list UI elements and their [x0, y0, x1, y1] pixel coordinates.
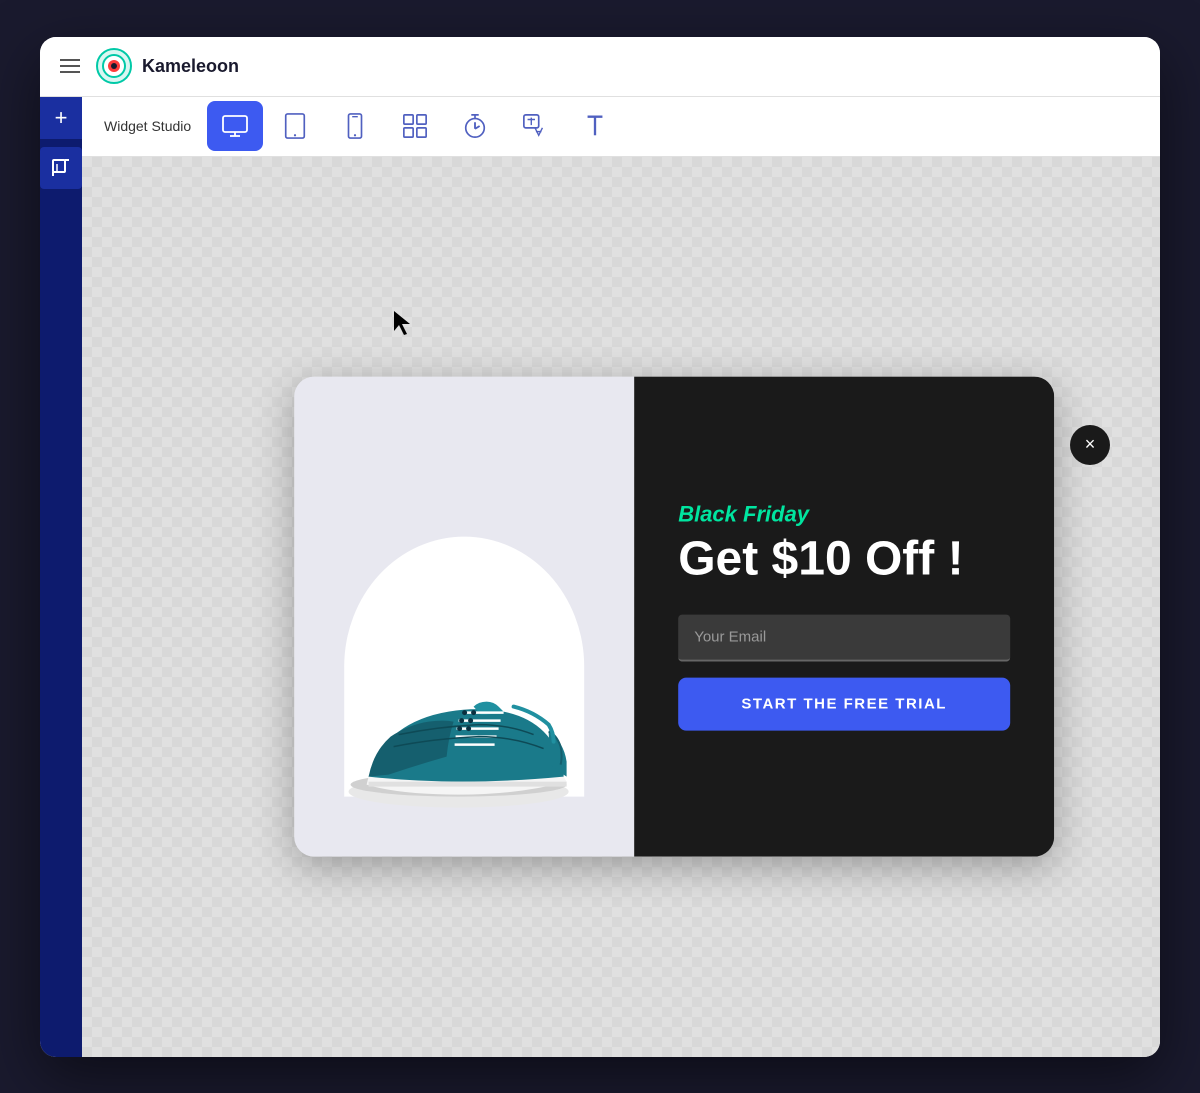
shoe-image: [319, 616, 599, 816]
tablet-icon: [282, 113, 308, 139]
add-button[interactable]: +: [40, 97, 82, 139]
logo-area: Kameleoon: [96, 48, 239, 84]
text-icon: [582, 113, 608, 139]
discount-headline: Get $10 Off !: [678, 534, 1010, 587]
top-bar: Kameleoon: [40, 37, 1160, 97]
popup-content-panel: Black Friday Get $10 Off ! START THE FRE…: [634, 376, 1054, 856]
crop-icon: [51, 158, 71, 178]
text-button[interactable]: [567, 101, 623, 151]
ab-test-icon: [402, 113, 428, 139]
timer-icon: [462, 113, 488, 139]
translate-button[interactable]: [507, 101, 563, 151]
desktop-icon: [222, 113, 248, 139]
translate-icon: [522, 113, 548, 139]
shoe-svg: [319, 616, 599, 816]
ab-test-button[interactable]: [387, 101, 443, 151]
left-sidebar: +: [40, 97, 82, 1057]
main-area: + Widget Studio: [40, 97, 1160, 1057]
cursor-arrow-icon: [392, 309, 416, 337]
logo-icon: [96, 48, 132, 84]
toolbar-label: Widget Studio: [92, 118, 203, 134]
popup-close-button[interactable]: ×: [1070, 425, 1110, 465]
logo-text: Kameleoon: [142, 56, 239, 77]
device-mobile-button[interactable]: [327, 101, 383, 151]
email-input[interactable]: [678, 614, 1010, 661]
cta-label: START THE FREE TRIAL: [741, 695, 947, 712]
crop-tool[interactable]: [40, 147, 82, 189]
canvas-area[interactable]: ×: [82, 157, 1160, 1057]
cta-button[interactable]: START THE FREE TRIAL: [678, 677, 1010, 730]
menu-button[interactable]: [60, 59, 80, 73]
popup-widget: Black Friday Get $10 Off ! START THE FRE…: [294, 376, 1054, 856]
black-friday-badge: Black Friday: [678, 502, 1010, 528]
popup-image-panel: [294, 376, 634, 856]
close-x-icon: ×: [1085, 434, 1096, 455]
device-tablet-button[interactable]: [267, 101, 323, 151]
cursor: [392, 309, 416, 337]
browser-window: Kameleoon + Widget Studio: [40, 37, 1160, 1057]
content-area: Widget Studio: [82, 97, 1160, 1057]
plus-icon: +: [55, 107, 68, 129]
toolbar: Widget Studio: [82, 97, 1160, 157]
device-desktop-button[interactable]: [207, 101, 263, 151]
mobile-icon: [342, 113, 368, 139]
timer-button[interactable]: [447, 101, 503, 151]
